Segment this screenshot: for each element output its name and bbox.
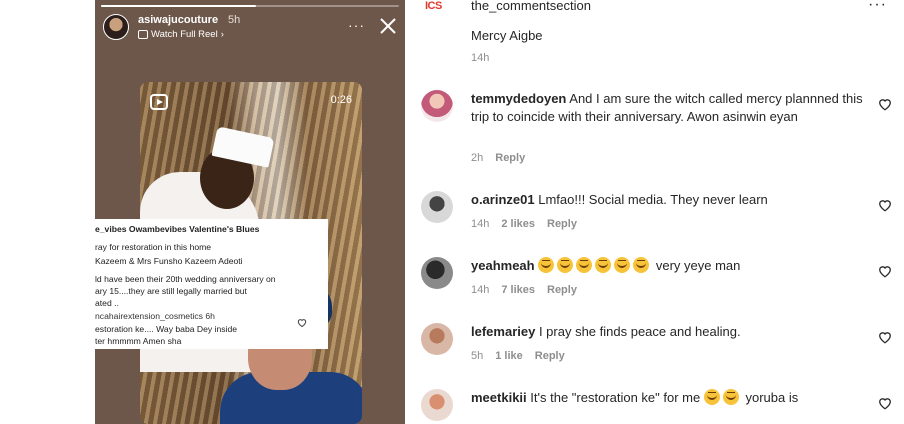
card-title: e_vibes Owambevibes Valentine's Blues <box>95 224 260 234</box>
channel-logo[interactable]: ICS <box>425 0 455 14</box>
laughing-emoji-icon <box>595 257 612 273</box>
logo-text: ICS <box>425 0 442 12</box>
heart-icon <box>297 319 307 327</box>
comment-time: 14h <box>471 52 490 64</box>
comment-username[interactable]: lefemariey <box>471 324 535 339</box>
comment-text: Mercy Aigbe <box>471 28 543 43</box>
reply-button[interactable]: Reply <box>547 284 577 296</box>
watch-full-reel-link[interactable]: Watch Full Reel › <box>138 29 224 40</box>
heart-icon[interactable] <box>878 397 892 410</box>
laughing-emoji-icon <box>538 257 656 273</box>
story-progress-fill <box>101 5 256 7</box>
story-more-icon[interactable]: ··· <box>348 17 365 33</box>
comment-text: I pray she finds peace and healing. <box>538 324 741 339</box>
comment-body: meetkikii It's the "restoration ke" for … <box>471 389 871 407</box>
comment-time: 14h <box>471 218 490 230</box>
heart-icon[interactable] <box>878 98 892 111</box>
story-time: 5h <box>228 14 241 26</box>
reply-button[interactable]: Reply <box>495 152 525 164</box>
comment-text: It's the "restoration ke" for me <box>530 390 701 405</box>
heart-icon[interactable] <box>878 199 892 212</box>
video-duration: 0:26 <box>330 94 352 106</box>
laughing-emoji-icon <box>576 257 593 273</box>
overlay-comment-card: e_vibes Owambevibes Valentine's Blues ra… <box>95 219 328 349</box>
card-line: ter hmmmm Amen sha <box>95 336 182 346</box>
avatar[interactable] <box>421 257 453 289</box>
left-gutter <box>0 0 95 424</box>
comment-time: 2h <box>471 152 484 164</box>
story-author-avatar[interactable] <box>103 14 129 40</box>
comment-body: yeahmeah very yeye man <box>471 257 871 275</box>
comments-panel: ICS the_commentsection ··· Mercy Aigbe 1… <box>405 0 904 424</box>
comment-meta: 14h 2 likes Reply <box>471 218 577 230</box>
story-progress-bar <box>101 5 399 7</box>
laughing-emoji-icon <box>557 257 574 273</box>
comment-username[interactable]: yeahmeah <box>471 258 535 273</box>
avatar[interactable] <box>421 90 453 122</box>
comment-username[interactable]: meetkikii <box>471 390 527 405</box>
reply-button[interactable]: Reply <box>535 350 565 362</box>
likes-count[interactable]: 2 likes <box>501 218 535 230</box>
comment-body: o.arinze01 Lmfao!!! Social media. They n… <box>471 191 871 209</box>
heart-icon[interactable] <box>878 265 892 278</box>
comment-username[interactable]: temmydedoyen <box>471 91 566 106</box>
rolling-laughing-emoji-icon <box>703 389 720 405</box>
card-line: ated .. <box>95 298 119 308</box>
comment-time: 14h <box>471 284 490 296</box>
laughing-emoji-icon <box>633 257 650 273</box>
laughing-emoji-icon <box>538 257 555 273</box>
card-line: Kazeem & Mrs Funsho Kazeem Adeoti <box>95 256 243 266</box>
reel-play-icon <box>150 94 168 110</box>
avatar[interactable] <box>421 323 453 355</box>
avatar[interactable] <box>421 389 453 421</box>
comment-text: very yeye man <box>655 258 741 273</box>
comment-meta: 5h 1 like Reply <box>471 350 565 362</box>
story-author-username[interactable]: asiwajucouture <box>138 14 218 26</box>
comment-meta: 2h Reply <box>471 152 525 164</box>
comment-username[interactable]: o.arinze01 <box>471 192 535 207</box>
card-line: ray for restoration in this home <box>95 242 212 252</box>
comment-meta: 14h 7 likes Reply <box>471 284 577 296</box>
comment-time: 5h <box>471 350 484 362</box>
post-more-icon[interactable]: ··· <box>868 0 887 14</box>
card-line: ary 15....they are still legally married… <box>95 286 247 296</box>
chevron-right-icon: › <box>220 29 224 40</box>
reply-button[interactable]: Reply <box>547 218 577 230</box>
close-icon[interactable] <box>378 16 398 36</box>
comment-text: yoruba is <box>745 390 799 405</box>
comment-body: lefemariey I pray she finds peace and he… <box>471 323 871 341</box>
card-line: estoration ke.... Way baba Dey inside <box>95 324 238 334</box>
reel-icon <box>138 30 148 39</box>
comment-text: Lmfao!!! Social media. They never learn <box>538 192 768 207</box>
comment-body: temmydedoyen And I am sure the witch cal… <box>471 90 871 126</box>
card-line: ncahairextension_cosmetics 6h <box>95 311 215 321</box>
likes-count[interactable]: 1 like <box>495 350 523 362</box>
laughing-emoji-icon <box>614 257 631 273</box>
avatar[interactable] <box>421 191 453 223</box>
watch-full-reel-label: Watch Full Reel <box>151 29 218 40</box>
card-line: ld have been their 20th wedding annivers… <box>95 274 276 284</box>
story-viewer[interactable]: asiwajucouture 5h Watch Full Reel › ··· … <box>95 0 405 424</box>
rolling-laughing-emoji-icon <box>722 389 739 405</box>
post-author-username[interactable]: the_commentsection <box>471 0 591 13</box>
likes-count[interactable]: 7 likes <box>501 284 535 296</box>
heart-icon[interactable] <box>878 331 892 344</box>
